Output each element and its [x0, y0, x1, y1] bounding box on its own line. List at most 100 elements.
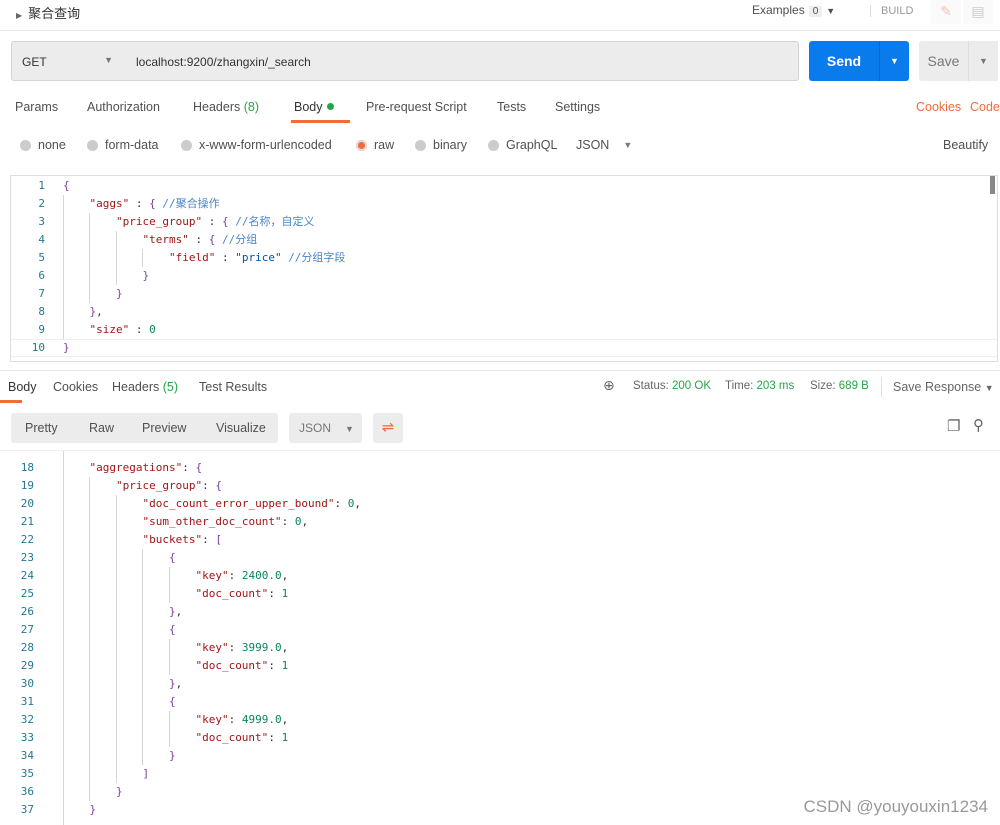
line-number: 25	[20, 587, 34, 600]
code-line: "terms" : { //分组	[63, 231, 257, 249]
radio-none[interactable]: none	[20, 138, 66, 152]
indent-guide	[89, 747, 91, 765]
indent-guide	[89, 603, 91, 621]
radio-form-data[interactable]: form-data	[87, 138, 159, 152]
save-response-button[interactable]: Save Response ▼	[893, 380, 994, 394]
beautify-link[interactable]: Beautify	[943, 138, 988, 152]
globe-icon[interactable]: ⊕	[603, 377, 615, 394]
url-input[interactable]: localhost:9200/zhangxin/_search	[125, 41, 799, 81]
indent-guide	[168, 567, 170, 585]
indent-guide	[168, 657, 170, 675]
view-preview[interactable]: Preview	[142, 421, 186, 435]
copy-icon[interactable]: ❐	[947, 417, 960, 435]
json-bracket: }	[168, 749, 176, 762]
radio-urlencoded[interactable]: x-www-form-urlencoded	[181, 138, 332, 152]
send-options-icon[interactable]: ▼	[879, 41, 909, 81]
code-line: }	[63, 285, 123, 303]
tab-settings[interactable]: Settings	[555, 100, 600, 114]
json-bracket: {	[168, 623, 176, 636]
cookies-link[interactable]: Cookies	[916, 100, 961, 114]
scrollbar[interactable]	[990, 176, 995, 194]
save-options-icon[interactable]: ▼	[968, 41, 998, 81]
request-body-editor[interactable]: 1 {2 "aggs" : { //聚合操作 3 "price_group" : {…	[10, 175, 998, 362]
indent-guide	[115, 675, 117, 693]
indent-guide	[142, 729, 144, 747]
response-tab-headers[interactable]: Headers (5)	[112, 380, 178, 394]
code-line: {	[63, 177, 70, 195]
save-button[interactable]: Save	[919, 41, 968, 81]
code-line: }	[63, 783, 123, 801]
body-format-select[interactable]: JSON ▼	[576, 138, 632, 152]
code-text: ,	[281, 569, 289, 582]
code-text: ,	[281, 713, 289, 726]
tab-authorization[interactable]: Authorization	[87, 100, 160, 114]
json-key: "doc_count_error_upper_bound"	[142, 497, 335, 510]
json-key: "size"	[89, 323, 130, 336]
chevron-down-icon: ▼	[984, 383, 994, 393]
code-line: }	[63, 801, 97, 819]
radio-binary[interactable]: binary	[415, 138, 467, 152]
tab-tests[interactable]: Tests	[497, 100, 526, 114]
request-title[interactable]: ▶ 聚合查询	[16, 3, 80, 22]
view-visualize[interactable]: Visualize	[216, 421, 266, 435]
json-bracket: ]	[142, 767, 150, 780]
time-value: 203 ms	[756, 380, 795, 392]
indent-guide	[168, 585, 170, 603]
tab-body[interactable]: Body	[294, 100, 334, 114]
code-line: "doc_count": 1	[63, 585, 288, 603]
examples-dropdown[interactable]: Examples 0 ▼	[752, 3, 835, 17]
code-link[interactable]: Code	[970, 100, 1000, 114]
tab-pre-request-script[interactable]: Pre-request Script	[366, 100, 467, 114]
tab-params[interactable]: Params	[15, 100, 58, 114]
line-number: 9	[38, 323, 45, 336]
build-button[interactable]: BUILD	[870, 5, 913, 17]
headers-count: (5)	[162, 380, 179, 394]
indent-guide	[115, 639, 117, 657]
radio-label: GraphQL	[506, 138, 558, 152]
indent-guide	[63, 267, 64, 285]
tab-headers[interactable]: Headers (8)	[193, 100, 259, 114]
code-line: },	[63, 303, 103, 321]
response-format-select[interactable]: JSON ▼	[289, 413, 362, 443]
indent-guide	[63, 747, 64, 765]
json-string: "price"	[235, 251, 282, 264]
view-raw[interactable]: Raw	[89, 421, 114, 435]
indent-guide	[89, 231, 91, 249]
response-tab-cookies[interactable]: Cookies	[53, 380, 98, 394]
code-line: "price_group": {	[63, 477, 222, 495]
radio-graphql[interactable]: GraphQL	[488, 138, 557, 152]
code-line: "buckets": [	[63, 531, 222, 549]
indent-guide	[142, 639, 144, 657]
json-number: 1	[281, 659, 289, 672]
code-line: {	[63, 621, 176, 639]
response-body-viewer[interactable]: 18 "aggregations": {19 "price_group": {2…	[0, 450, 1000, 825]
code-line: },	[63, 675, 182, 693]
line-number: 1	[38, 179, 45, 192]
pencil-icon[interactable]: ✎	[931, 0, 961, 24]
document-icon[interactable]: ▤	[963, 0, 993, 24]
code-line: {	[63, 693, 176, 711]
indent-guide	[63, 477, 64, 495]
indent-guide	[142, 711, 144, 729]
radio-label: none	[38, 138, 66, 152]
code-line: "key": 4999.0,	[63, 711, 288, 729]
indent-guide	[63, 783, 64, 801]
indent-guide	[89, 477, 91, 495]
radio-selected-icon	[356, 139, 367, 151]
json-bracket: [	[215, 533, 222, 546]
indent-guide	[142, 675, 144, 693]
send-button[interactable]: Send	[809, 41, 879, 81]
wrap-lines-icon[interactable]: ⇌	[373, 413, 403, 443]
search-icon[interactable]: ⚲	[973, 416, 984, 434]
view-pretty[interactable]: Pretty	[25, 421, 58, 435]
response-tab-test-results[interactable]: Test Results	[199, 380, 267, 394]
active-tab-underline	[291, 120, 350, 123]
radio-raw[interactable]: raw	[356, 138, 394, 152]
status-value: 200 OK	[672, 380, 712, 392]
response-tab-body[interactable]: Body	[8, 380, 37, 394]
method-select[interactable]: GET ▼	[11, 41, 126, 81]
